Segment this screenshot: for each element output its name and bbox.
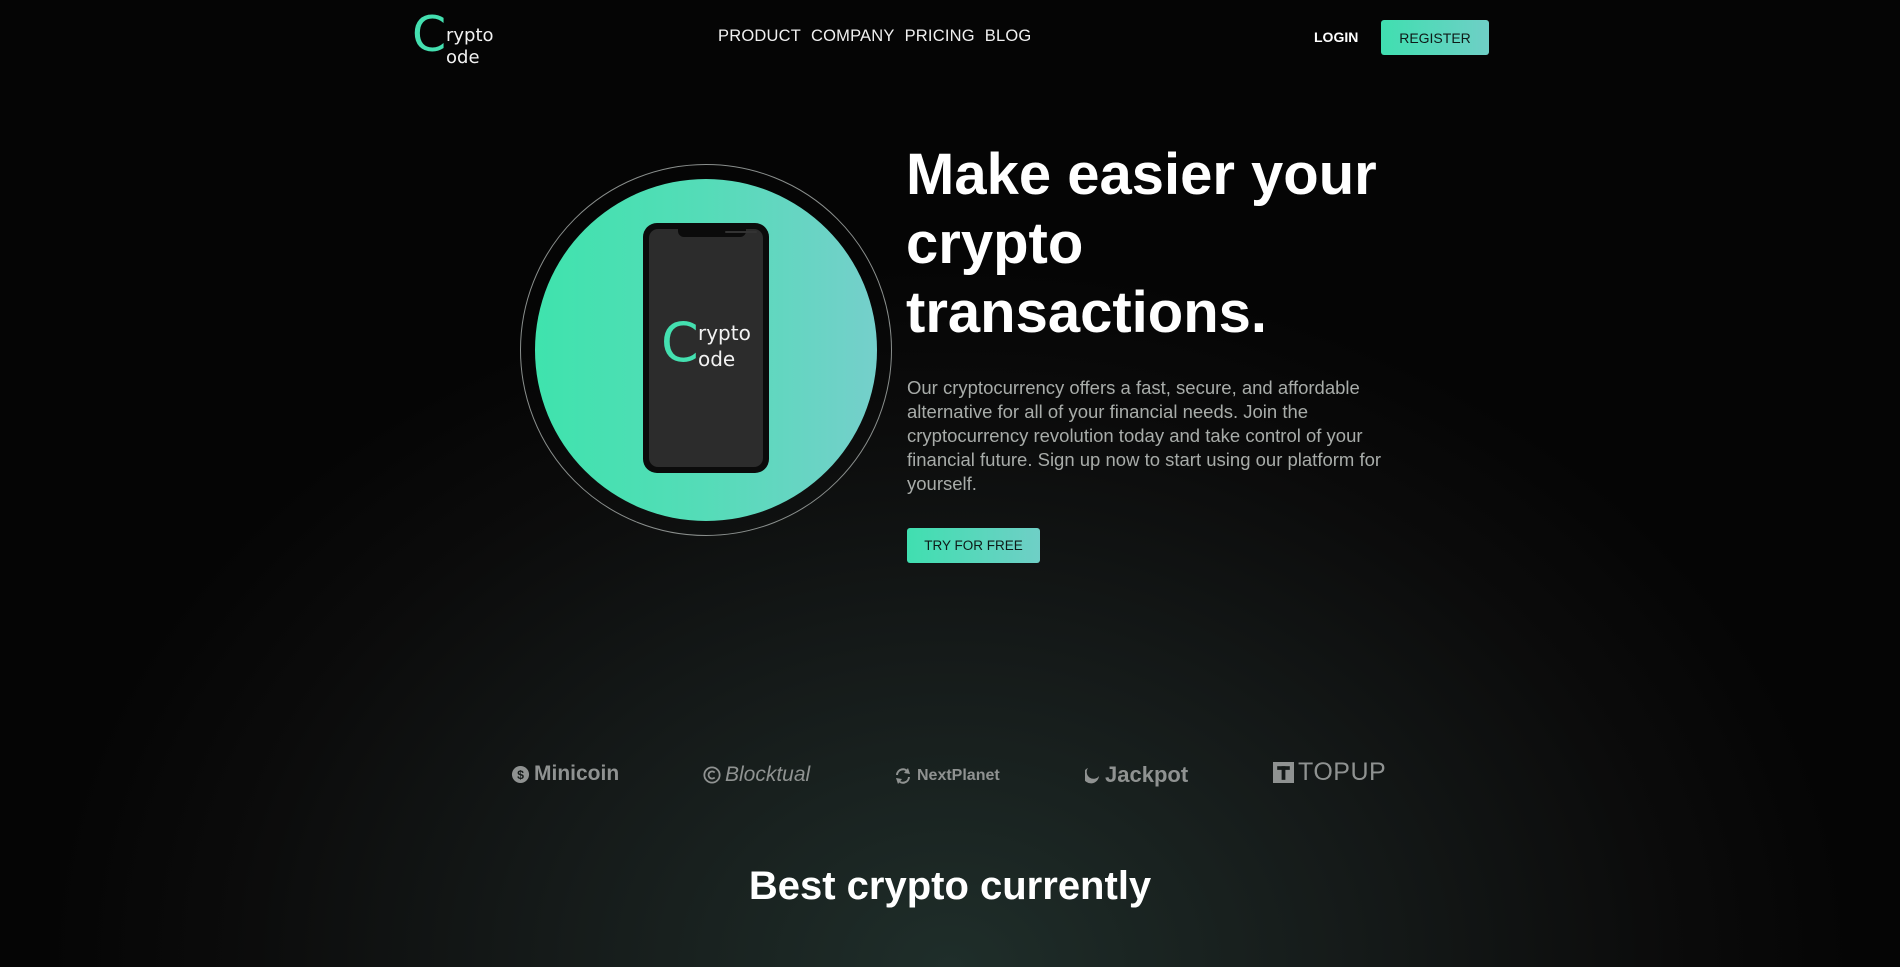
phone-logo-line-1: rypto <box>698 321 751 345</box>
login-link[interactable]: LOGIN <box>1314 29 1358 45</box>
partner-nextplanet: NextPlanet <box>893 766 1000 786</box>
phone-logo-letter: C <box>661 311 699 374</box>
logo-line-1: rypto <box>446 25 494 46</box>
hero-title-line-2: crypto <box>906 211 1084 276</box>
hero-title-line-1: Make easier your <box>906 142 1377 207</box>
main-nav: PRODUCT COMPANY PRICING BLOG <box>718 27 1031 46</box>
phone-logo: C rypto ode <box>661 311 761 377</box>
partner-jackpot: Jackpot <box>1085 762 1188 788</box>
section-title: Best crypto currently <box>748 864 1152 908</box>
phone-speaker <box>725 231 757 233</box>
phone-screen: C rypto ode <box>649 229 763 467</box>
copyright-circle-icon <box>703 766 721 784</box>
phone-logo-line-2: ode <box>698 347 736 371</box>
nav-company[interactable]: COMPANY <box>811 27 895 46</box>
partner-name: Jackpot <box>1105 762 1189 787</box>
phone-mockup: C rypto ode <box>643 223 769 473</box>
nav-product[interactable]: PRODUCT <box>718 27 801 46</box>
phone-notch <box>678 229 757 237</box>
hero-title: Make easier your crypto transactions. <box>906 140 1426 347</box>
register-button[interactable]: REGISTER <box>1381 20 1489 55</box>
partner-name: Blocktual <box>725 763 811 786</box>
nav-blog[interactable]: BLOG <box>985 27 1032 46</box>
hero-description: Our cryptocurrency offers a fast, secure… <box>907 377 1382 494</box>
dollar-coin-icon: $ <box>511 765 530 784</box>
t-square-icon <box>1273 762 1294 783</box>
partner-name: Minicoin <box>534 762 620 785</box>
site-header: C rypto ode PRODUCT COMPANY PRICING BLOG… <box>0 0 1900 75</box>
partner-name: TOPUP <box>1298 758 1387 786</box>
logo-line-2: ode <box>446 47 480 68</box>
partner-blocktual: Blocktual <box>703 763 810 787</box>
svg-text:$: $ <box>517 767 524 781</box>
partner-name: NextPlanet <box>917 767 1000 784</box>
nav-pricing[interactable]: PRICING <box>905 27 975 46</box>
logo-letter: C <box>412 6 447 63</box>
partner-minicoin: $ Minicoin <box>511 762 619 786</box>
refresh-cycle-icon <box>893 766 913 786</box>
partner-topup: TOPUP <box>1273 758 1386 787</box>
hero-title-line-3: transactions. <box>906 280 1267 345</box>
logo[interactable]: C rypto ode <box>412 6 522 68</box>
crescent-icon <box>1085 766 1101 784</box>
partner-logos: $ Minicoin Blocktual NextPlanet Jackpot … <box>0 756 1900 796</box>
try-for-free-button[interactable]: TRY FOR FREE <box>907 528 1040 563</box>
